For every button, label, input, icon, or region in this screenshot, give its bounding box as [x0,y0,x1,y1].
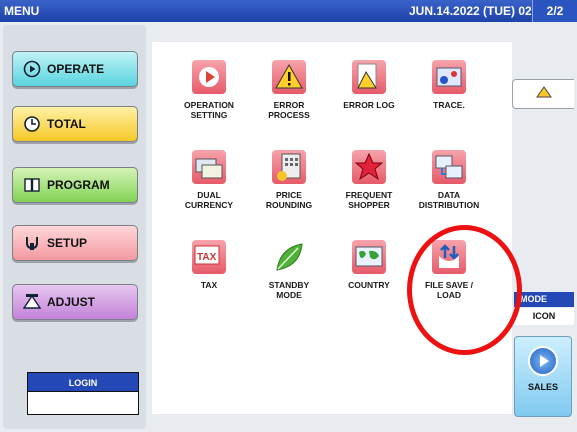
book-icon [23,176,41,194]
sales-button[interactable]: SALES [514,336,572,417]
highlight-circle [407,225,522,355]
adjust-button[interactable]: ADJUST [12,284,138,320]
standby-mode-label: STANDBY MODE [268,280,310,300]
country-item[interactable]: COUNTRY [329,240,409,290]
country-label: COUNTRY [348,280,390,290]
total-label: TOTAL [47,117,86,131]
sales-label: SALES [527,382,558,392]
program-button[interactable]: PROGRAM [12,167,138,203]
page-indicator: 2/2 [532,0,577,22]
standby-mode-item[interactable]: STANDBY MODE [249,240,329,300]
tax-label: TAX [200,280,218,290]
data-distribution-item[interactable]: DATA DISTRIBUTION [409,150,489,210]
adjust-icon [23,293,41,311]
frequent-shopper-label: FREQUENT SHOPPER [345,190,393,210]
error-process-item[interactable]: ERROR PROCESS [249,60,329,120]
setup-button[interactable]: SETUP [12,225,138,261]
error-process-label: ERROR PROCESS [268,100,310,120]
tax-item[interactable]: TAX TAX [169,240,249,290]
error-log-icon [352,60,386,94]
adjust-label: ADJUST [47,295,96,309]
trace-item[interactable]: TRACE. [409,60,489,110]
operation-setting-label: OPERATION SETTING [184,100,234,120]
price-rounding-label: PRICE ROUNDING [265,190,313,210]
data-distribution-label: DATA DISTRIBUTION [418,190,480,210]
mode-value: ICON [514,308,574,325]
datetime-display: JUN.14.2022 (TUE) 02:21 [409,4,550,18]
operate-button[interactable]: OPERATE [12,51,138,87]
trace-icon [432,60,466,94]
trace-label: TRACE. [433,100,465,110]
svg-text:TAX: TAX [197,252,217,263]
dual-currency-label: DUAL CURRENCY [184,190,234,210]
price-rounding-item[interactable]: PRICE ROUNDING [249,150,329,210]
country-icon [352,240,386,274]
price-rounding-icon [272,150,306,184]
operation-setting-icon [192,60,226,94]
error-process-icon [272,60,306,94]
setup-label: SETUP [47,236,88,250]
error-log-label: ERROR LOG [343,100,395,110]
frequent-shopper-item[interactable]: FREQUENT SHOPPER [329,150,409,210]
tax-icon: TAX [192,240,226,274]
login-field[interactable] [27,392,139,415]
standby-mode-icon [272,240,306,274]
program-label: PROGRAM [47,178,110,192]
clock-icon [23,115,41,133]
play-icon [528,346,558,376]
login-label: LOGIN [27,372,139,392]
frequent-shopper-icon [352,150,386,184]
error-log-item[interactable]: ERROR LOG [329,60,409,110]
total-button[interactable]: TOTAL [12,106,138,142]
dual-currency-icon [192,150,226,184]
operation-setting-item[interactable]: OPERATION SETTING [169,60,249,120]
mode-label: MODE [514,292,574,307]
title-bar: MENU JUN.14.2022 (TUE) 02:21 2/2 [0,0,577,22]
dual-currency-item[interactable]: DUAL CURRENCY [169,150,249,210]
operate-label: OPERATE [47,62,105,76]
play-icon [23,60,41,78]
data-distribution-icon [432,150,466,184]
triangle-up-icon [535,85,553,104]
scroll-up-button[interactable] [512,79,574,109]
setup-icon [23,234,41,252]
menu-title: MENU [4,4,40,18]
